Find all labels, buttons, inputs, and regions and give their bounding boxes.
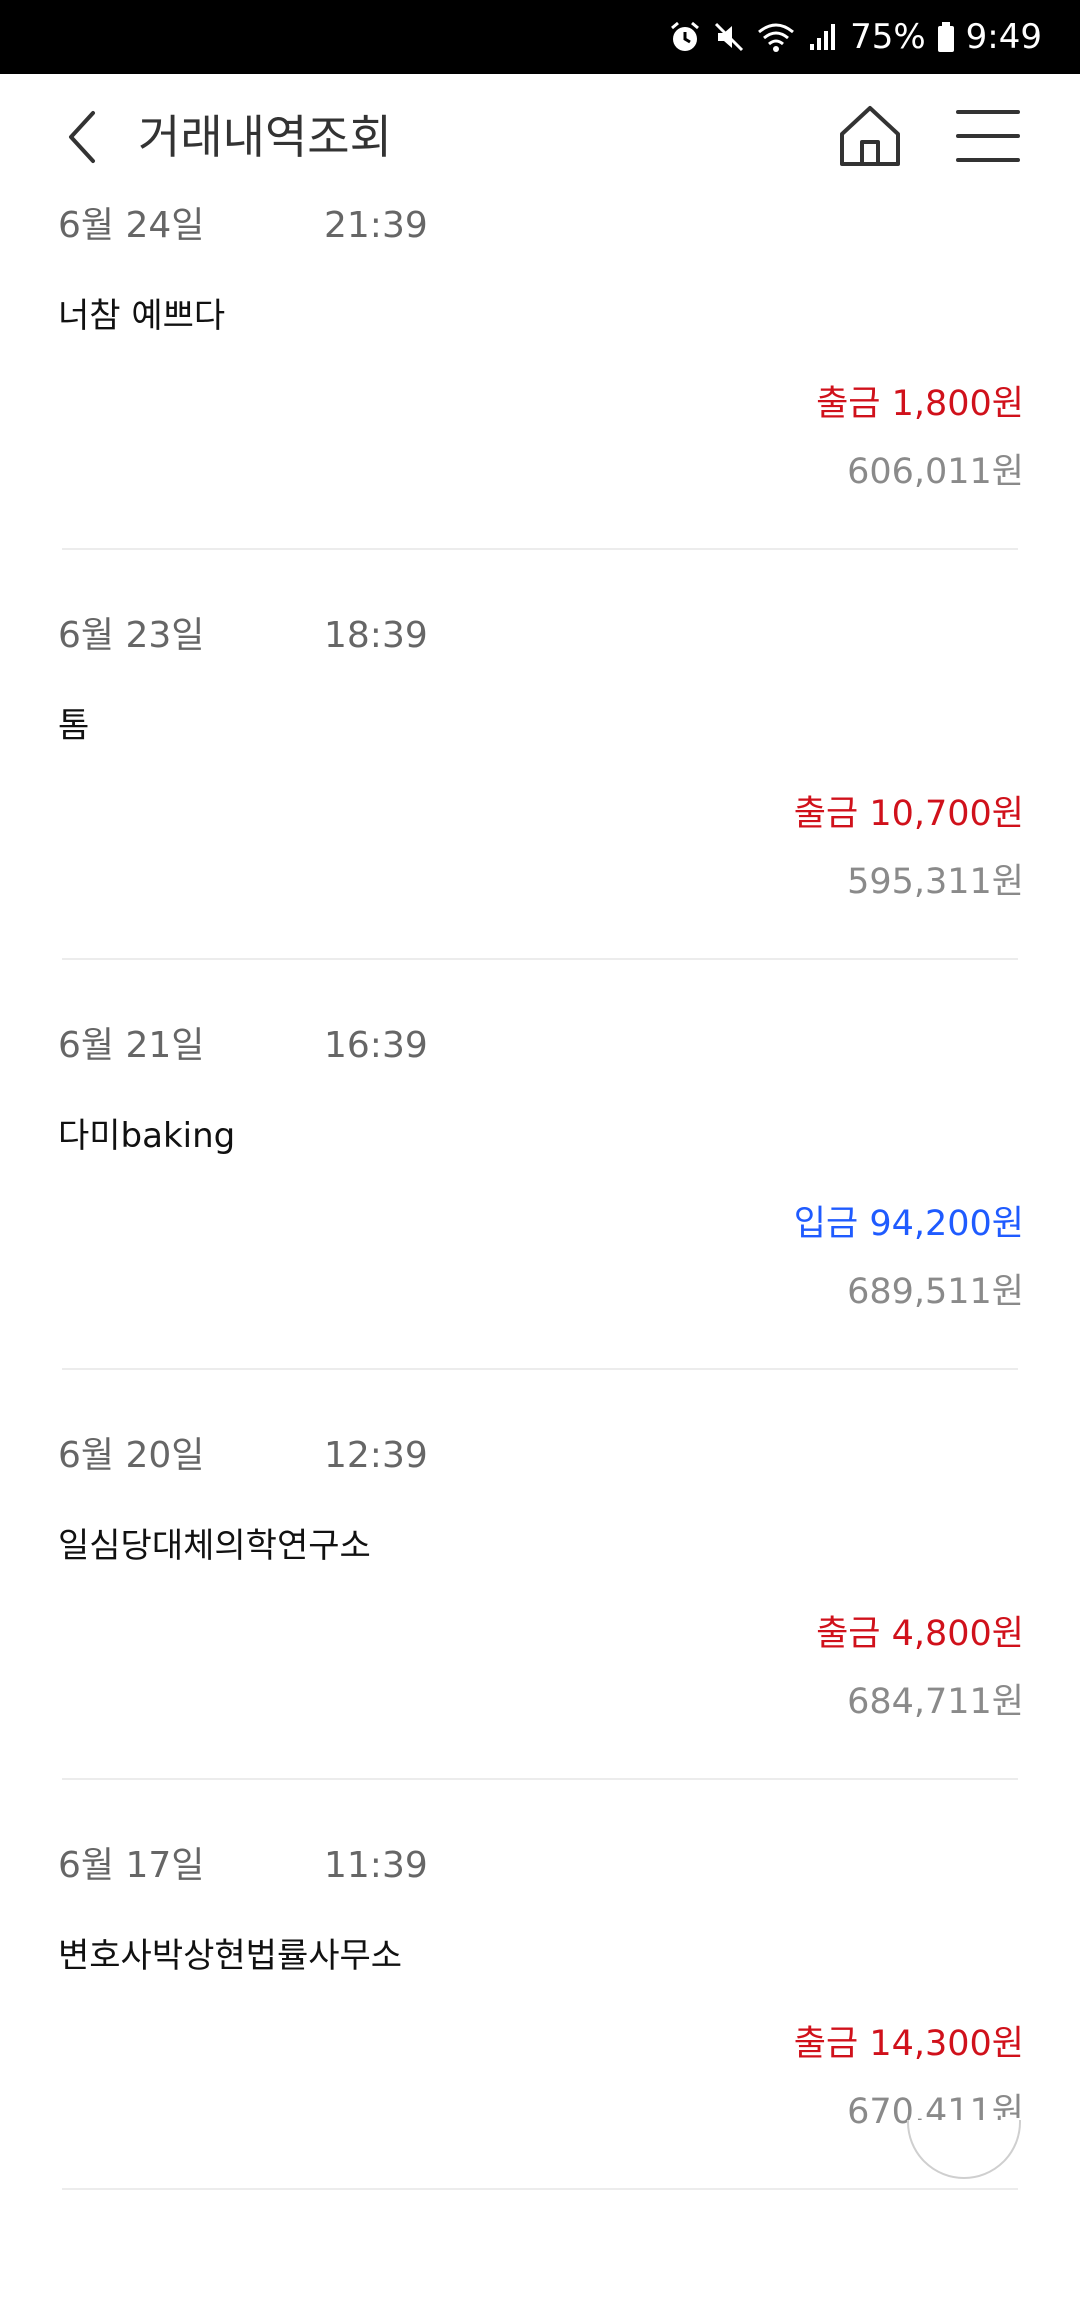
transaction-time: 21:39: [324, 205, 428, 246]
divider: [62, 2188, 1018, 2190]
transaction-balance: 595,311원: [847, 862, 1024, 902]
transaction-name: 톰: [58, 706, 90, 746]
transaction-name: 너참 예쁘다: [58, 296, 226, 336]
transaction-date: 6월 20일: [58, 1435, 205, 1476]
transaction-balance: 689,511원: [847, 1272, 1024, 1312]
transaction-date: 6월 23일: [58, 615, 205, 656]
transaction-item[interactable]: 6월 23일 18:39 톰 출금 10,700원 595,311원: [0, 610, 1080, 1020]
transaction-amount: 출금 10,700원: [793, 794, 1024, 834]
status-bar: 75% 9:49: [0, 0, 1080, 74]
transaction-time: 11:39: [324, 1845, 428, 1886]
alarm-icon: [671, 21, 700, 51]
battery-percent: 75%: [850, 17, 926, 57]
transaction-time: 12:39: [324, 1435, 428, 1476]
status-icons: 75% 9:49: [668, 0, 1042, 74]
app-header: 거래내역조회: [0, 74, 1080, 200]
battery-icon: [937, 22, 954, 52]
transaction-date: 6월 21일: [58, 1025, 205, 1066]
page-title: 거래내역조회: [138, 110, 392, 164]
menu-button[interactable]: [952, 100, 1024, 172]
transaction-balance: 606,011원: [847, 452, 1024, 492]
back-arrow-icon: [69, 111, 95, 163]
divider: [62, 548, 1018, 550]
transaction-item[interactable]: 6월 24일 21:39 너참 예쁘다 출금 1,800원 606,011원: [0, 200, 1080, 610]
scroll-circle-icon: [907, 2120, 1021, 2179]
home-button[interactable]: [834, 100, 906, 172]
divider: [62, 1368, 1018, 1370]
transaction-time: 18:39: [324, 615, 428, 656]
divider: [62, 958, 1018, 960]
transaction-name: 일심당대체의학연구소: [58, 1526, 371, 1566]
wifi-icon: [758, 23, 795, 52]
back-button[interactable]: [52, 104, 112, 170]
transaction-item[interactable]: 6월 21일 16:39 다미baking 입금 94,200원 689,511…: [0, 1020, 1080, 1430]
transaction-list[interactable]: 6월 24일 21:39 너참 예쁘다 출금 1,800원 606,011원 6…: [0, 200, 1080, 2250]
transaction-date: 6월 24일: [58, 205, 205, 246]
scroll-to-top-button[interactable]: [906, 2120, 1022, 2200]
divider: [62, 1778, 1018, 1780]
transaction-amount: 입금 94,200원: [793, 1204, 1024, 1244]
transaction-amount: 출금 14,300원: [793, 2024, 1024, 2064]
transaction-date: 6월 17일: [58, 1845, 205, 1886]
transaction-amount: 출금 1,800원: [816, 384, 1024, 424]
hamburger-menu-icon: [956, 110, 1020, 162]
signal-icon: [810, 24, 836, 50]
mute-icon: [715, 22, 744, 52]
transaction-item[interactable]: 6월 20일 12:39 일심당대체의학연구소 출금 4,800원 684,71…: [0, 1430, 1080, 1840]
transaction-name: 변호사박상현법률사무소: [58, 1936, 403, 1976]
transaction-amount: 출금 4,800원: [816, 1614, 1024, 1654]
transaction-name: 다미baking: [58, 1116, 236, 1156]
transaction-balance: 684,711원: [847, 1682, 1024, 1722]
status-time: 9:49: [965, 17, 1042, 57]
transaction-time: 16:39: [324, 1025, 428, 1066]
home-icon: [840, 106, 900, 166]
